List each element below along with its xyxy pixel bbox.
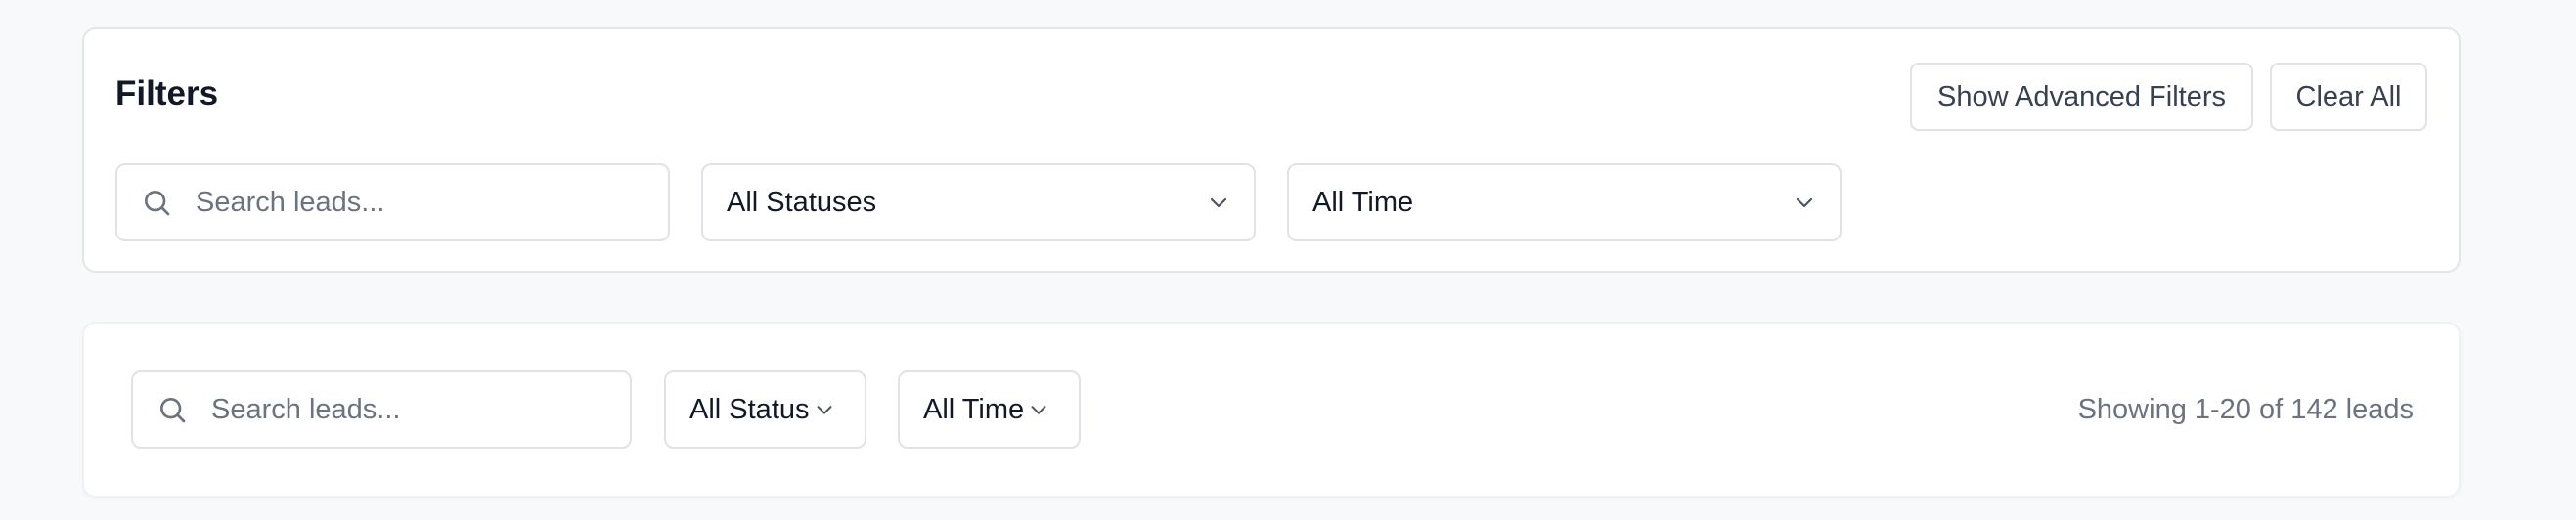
toolbar-time-select[interactable]: All Time bbox=[898, 370, 1081, 449]
toolbar-time-select-value: All Time bbox=[923, 393, 1025, 425]
status-select-value: All Statuses bbox=[727, 186, 877, 218]
chevron-down-icon bbox=[1796, 197, 1813, 208]
filters-title: Filters bbox=[115, 74, 219, 112]
time-range-select-value: All Time bbox=[1312, 186, 1414, 218]
search-icon bbox=[160, 398, 186, 423]
time-range-select[interactable]: All Time bbox=[1287, 163, 1842, 241]
chevron-down-icon bbox=[1210, 197, 1227, 208]
clear-all-button[interactable]: Clear All bbox=[2270, 63, 2427, 131]
toolbar-search-input[interactable] bbox=[133, 372, 630, 447]
filters-search-input[interactable] bbox=[117, 165, 668, 239]
toolbar-status-select-value: All Status bbox=[689, 393, 810, 425]
search-icon bbox=[145, 191, 170, 216]
results-count: Showing 1-20 of 142 leads bbox=[2077, 394, 2414, 425]
filters-search-field bbox=[115, 163, 670, 241]
chevron-down-icon bbox=[1031, 406, 1046, 414]
filters-actions: Show Advanced Filters Clear All bbox=[1910, 63, 2427, 131]
filters-panel: Filters Show Advanced Filters Clear All … bbox=[82, 27, 2461, 273]
chevron-down-icon bbox=[817, 406, 831, 414]
show-advanced-filters-button[interactable]: Show Advanced Filters bbox=[1910, 63, 2253, 131]
toolbar-status-select[interactable]: All Status bbox=[664, 370, 866, 449]
toolbar-search-field bbox=[131, 370, 632, 449]
status-select[interactable]: All Statuses bbox=[701, 163, 1256, 241]
leads-toolbar: All Status All Time Showing 1-20 of 142 … bbox=[82, 322, 2461, 498]
